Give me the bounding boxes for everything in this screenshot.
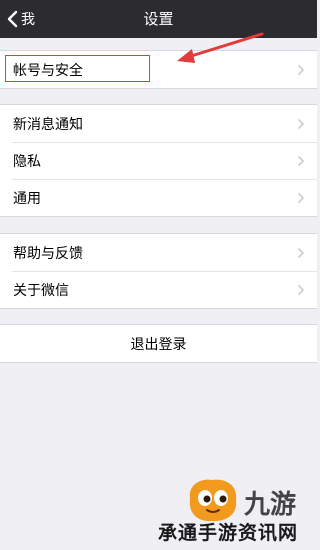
help-group: 帮助与反馈 关于微信 [0,233,317,309]
settings-item-about[interactable]: 关于微信 [0,271,317,308]
logout-label: 退出登录 [130,336,187,353]
highlight-box [5,55,150,82]
chevron-right-icon [297,155,305,166]
chevron-right-icon [297,247,305,258]
settings-item-help-feedback[interactable]: 帮助与反馈 [0,234,317,271]
settings-item-notifications[interactable]: 新消息通知 [0,105,317,142]
chevron-right-icon [297,192,305,203]
logout-button[interactable]: 退出登录 [0,324,317,363]
watermark-logo-text: 九游 [244,490,297,520]
chevron-right-icon [297,118,305,129]
settings-item-label: 帮助与反馈 [13,245,83,262]
back-button[interactable]: 我 [6,0,35,38]
settings-item-privacy[interactable]: 隐私 [0,142,317,179]
chevron-right-icon [297,64,305,75]
chevron-left-icon [7,10,18,28]
watermark-mascot-icon [189,479,237,522]
annotation-arrow-icon [177,32,264,63]
settings-item-general[interactable]: 通用 [0,179,317,216]
settings-item-label: 通用 [13,190,41,207]
settings-item-label: 关于微信 [13,282,69,299]
chevron-right-icon [297,284,305,295]
watermark-site-text: 承通手游资讯网 [158,522,299,544]
settings-item-label: 隐私 [13,153,41,170]
settings-item-label: 新消息通知 [13,116,83,133]
back-label: 我 [21,12,35,28]
general-group: 新消息通知 隐私 通用 [0,104,317,217]
